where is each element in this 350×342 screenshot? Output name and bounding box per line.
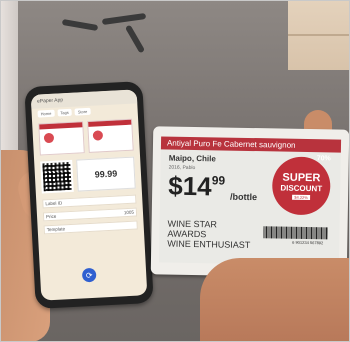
image-border bbox=[0, 0, 350, 342]
